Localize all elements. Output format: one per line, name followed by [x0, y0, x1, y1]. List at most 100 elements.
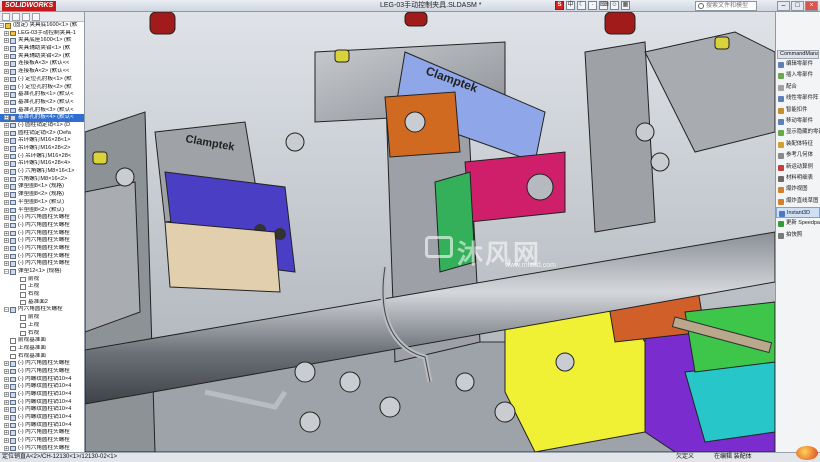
expand-icon[interactable]: +	[4, 38, 9, 44]
config-icon[interactable]	[22, 13, 30, 21]
tree-item[interactable]: 基准面2	[0, 299, 84, 307]
grid-icon[interactable]: ▦	[621, 1, 630, 10]
tree-item[interactable]: 上视	[0, 322, 84, 330]
tree-item[interactable]: + (-) 六角螺钉M8×16<1>	[0, 168, 84, 176]
tree-item[interactable]: + (-) 内六角圆柱头螺栓	[0, 445, 84, 452]
expand-icon[interactable]: +	[4, 384, 9, 390]
tree-item[interactable]: + 弹垫圈8<1> (规格)	[0, 183, 84, 191]
solidworks-logo[interactable]: SOLIDWORKS	[2, 1, 57, 11]
tree-item[interactable]: 上视	[0, 283, 84, 291]
expand-icon[interactable]: +	[4, 376, 9, 382]
expand-icon[interactable]: +	[4, 184, 9, 190]
command-item[interactable]: 移动零部件	[776, 116, 820, 127]
graphics-viewport[interactable]: Clamptek Clamptek 沐风网 www.mfcad.com	[85, 12, 775, 452]
collapse-icon[interactable]: −	[4, 307, 9, 313]
expand-icon[interactable]: +	[4, 176, 9, 182]
tree-item[interactable]: + (-) 内六角圆柱头螺栓	[0, 360, 84, 368]
expand-icon[interactable]: +	[4, 46, 9, 52]
tree-item[interactable]: + (-) 内螺纹圆柱销10×4	[0, 383, 84, 391]
punctuation-icon[interactable]: ·	[588, 1, 597, 10]
command-item[interactable]: 编辑零部件	[776, 59, 820, 70]
expand-icon[interactable]: +	[4, 392, 9, 398]
tree-item[interactable]: − (固定) 夹具底1600<1> (默	[0, 22, 84, 30]
expand-icon[interactable]: +	[4, 161, 9, 167]
expand-icon[interactable]: +	[4, 122, 9, 128]
tree-item[interactable]: 右视	[0, 330, 84, 338]
tree-item[interactable]: + (-) 内六角圆柱头螺栓	[0, 437, 84, 445]
user-icon[interactable]: ☺	[610, 1, 619, 10]
tree-item[interactable]: + (-) 内六角圆柱头螺栓	[0, 237, 84, 245]
expand-icon[interactable]: +	[4, 92, 9, 98]
tree-item[interactable]: + 六角螺钉M8×16<2>	[0, 176, 84, 184]
expand-icon[interactable]: +	[4, 169, 9, 175]
expand-icon[interactable]: +	[4, 422, 9, 428]
feature-manager-tree[interactable]: − (固定) 夹具底1600<1> (默 + LEG-03手动控制夹具-1 + 夹具底座1…	[0, 12, 85, 452]
tree-item[interactable]: + (-) 定位孔肘板<1> (默	[0, 76, 84, 84]
tree-item[interactable]: + 基准孔肘板<2> (默认<	[0, 99, 84, 107]
expand-icon[interactable]: +	[4, 261, 9, 267]
tree-item[interactable]: + 夹具辅助夹钳<2> (默	[0, 53, 84, 61]
feature-tree-icon[interactable]	[2, 13, 10, 21]
maximize-button[interactable]: □	[791, 1, 804, 11]
chinese-input-icon[interactable]: 中	[566, 1, 575, 10]
command-item[interactable]: 爆炸直线草图	[776, 196, 820, 207]
tree-item[interactable]: + (-) 内六角圆柱头螺栓	[0, 214, 84, 222]
command-item[interactable]: 显示隐藏的零部	[776, 127, 820, 138]
expand-icon[interactable]: +	[4, 138, 9, 144]
expand-icon[interactable]: +	[4, 192, 9, 198]
tree-item[interactable]: + 弹垫圈8<2> (规格)	[0, 191, 84, 199]
tree-item[interactable]: 前视	[0, 276, 84, 284]
tree-item[interactable]: + (-) 内螺纹圆柱销10×4	[0, 406, 84, 414]
search-input[interactable]: 搜索文件和模型	[695, 1, 757, 11]
tree-item[interactable]: + (-) 内六角圆柱头螺栓	[0, 368, 84, 376]
expand-icon[interactable]: +	[4, 438, 9, 444]
expand-icon[interactable]: +	[4, 76, 9, 82]
expand-icon[interactable]: +	[4, 153, 9, 159]
tree-item[interactable]: + (-) 内螺纹圆柱销10×4	[0, 414, 84, 422]
command-item[interactable]: 参考几何体	[776, 150, 820, 161]
tree-item[interactable]: + (-) 内六角圆柱头螺栓	[0, 230, 84, 238]
tree-item[interactable]: + (-) 内六角圆柱头螺栓	[0, 245, 84, 253]
expand-icon[interactable]: +	[4, 30, 9, 36]
command-item[interactable]: 插入零部件	[776, 70, 820, 81]
tree-item[interactable]: 右视	[0, 291, 84, 299]
command-item[interactable]: 线性零部件阵	[776, 93, 820, 104]
tree-item[interactable]: + (-) 内六角圆柱头螺栓	[0, 429, 84, 437]
expand-icon[interactable]: +	[4, 230, 9, 236]
command-manager-header[interactable]: CommandMana	[777, 50, 819, 59]
tree-item[interactable]: 前视	[0, 314, 84, 322]
property-icon[interactable]	[12, 13, 20, 21]
tree-item[interactable]: + 基准孔肘板<3> (默认<	[0, 107, 84, 115]
command-item[interactable]: 爆炸视图	[776, 184, 820, 195]
minimize-button[interactable]: –	[777, 1, 790, 11]
collapse-icon[interactable]: −	[4, 269, 9, 275]
expand-icon[interactable]: +	[4, 399, 9, 405]
tree-item[interactable]: + 圆柱销定销<2> (Defa	[0, 130, 84, 138]
expand-icon[interactable]: +	[4, 253, 9, 259]
tree-item[interactable]: 右视基准面	[0, 353, 84, 361]
tree-item[interactable]: + 基准孔肘板<1> (默认<	[0, 91, 84, 99]
tree-item[interactable]: + 平垫圈8<2> (默认)	[0, 207, 84, 215]
expand-icon[interactable]: +	[4, 245, 9, 251]
tree-item[interactable]: + (-) 内螺纹圆柱销10×4	[0, 391, 84, 399]
expand-icon[interactable]: +	[4, 146, 9, 152]
expand-icon[interactable]: +	[4, 107, 9, 113]
command-item[interactable]: 配合	[776, 82, 820, 93]
expand-icon[interactable]: +	[4, 368, 9, 374]
close-button[interactable]: ×	[805, 1, 818, 11]
tree-item[interactable]: + 基准孔肘板<4> (默认<	[0, 114, 84, 122]
collapse-icon[interactable]: −	[0, 23, 4, 29]
expand-icon[interactable]: +	[4, 222, 9, 228]
expand-icon[interactable]: +	[4, 407, 9, 413]
command-item[interactable]: 更新 Speedpa	[776, 218, 820, 229]
expand-icon[interactable]: +	[4, 84, 9, 90]
tree-item[interactable]: + 吊环螺钉M16×28<1>	[0, 137, 84, 145]
tree-item[interactable]: + (-) 内六角圆柱头螺栓	[0, 260, 84, 268]
tree-item[interactable]: + (-) 内六角圆柱头螺栓	[0, 253, 84, 261]
tree-item[interactable]: + 夹具辅助夹钳<1> (默	[0, 45, 84, 53]
command-item[interactable]: 新运动算例	[776, 162, 820, 173]
tree-item[interactable]: + (-) 吊环螺钉M16×28<	[0, 153, 84, 161]
tree-item[interactable]: 前视基准面	[0, 337, 84, 345]
command-item[interactable]: 智能扣件	[776, 105, 820, 116]
command-item[interactable]: 装配体特征	[776, 139, 820, 150]
